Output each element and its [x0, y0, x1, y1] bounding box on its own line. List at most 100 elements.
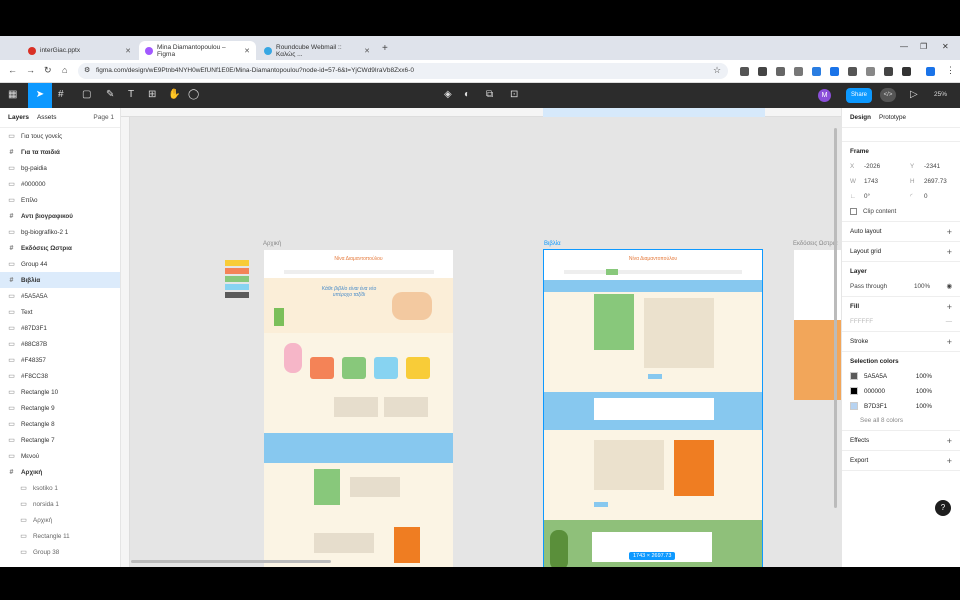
- fill-value[interactable]: FFFFFF: [850, 318, 873, 325]
- selection-color-row[interactable]: B7D3F1 100%: [850, 402, 952, 410]
- book-cover[interactable]: [674, 440, 714, 496]
- new-tab-icon[interactable]: +: [382, 43, 388, 54]
- category-card[interactable]: [310, 357, 334, 379]
- share-button[interactable]: Share: [846, 88, 872, 103]
- tab-figma[interactable]: Mina Diamantopoulou – Figma ✕: [139, 41, 256, 60]
- page-selector[interactable]: Page 1: [93, 114, 114, 121]
- color-swatch[interactable]: [850, 387, 858, 395]
- frame-books[interactable]: Νίνα Διαμαντοπούλου: [543, 249, 763, 567]
- tab-assets[interactable]: Assets: [37, 114, 57, 121]
- home-icon[interactable]: ⌂: [62, 65, 67, 75]
- x-input[interactable]: -2026: [864, 163, 904, 170]
- frame-title[interactable]: Frame: [850, 148, 952, 155]
- extension-icon[interactable]: [830, 67, 839, 76]
- frame-label-publishers[interactable]: Εκδόσεις Ωστρια: [793, 241, 838, 247]
- layer-item[interactable]: ▭ Rectangle 9: [0, 400, 120, 416]
- layer-item[interactable]: ▭ Rectangle 7: [0, 432, 120, 448]
- layer-item[interactable]: ▭ Αρχική: [0, 512, 120, 528]
- layer-item[interactable]: ▭ #87D3F1: [0, 320, 120, 336]
- add-effect-icon[interactable]: +: [947, 436, 952, 446]
- layer-item[interactable]: ▭ Rectangle 11: [0, 528, 120, 544]
- boolean-icon[interactable]: ⧉: [486, 89, 493, 100]
- profile-icon[interactable]: [926, 67, 935, 76]
- more-button[interactable]: [594, 502, 608, 507]
- more-button[interactable]: [648, 374, 662, 379]
- site-info-icon[interactable]: ⚙: [84, 63, 90, 79]
- close-icon[interactable]: ✕: [364, 47, 370, 55]
- tab-layers[interactable]: Layers: [8, 114, 29, 121]
- extension-icon[interactable]: [866, 67, 875, 76]
- bookmark-star-icon[interactable]: ☆: [713, 65, 721, 76]
- layer-item[interactable]: ▭ norsida 1: [0, 496, 120, 512]
- add-export-icon[interactable]: +: [947, 456, 952, 466]
- crop-icon[interactable]: ⊡: [510, 89, 518, 100]
- url-bar[interactable]: ⚙ figma.com/design/wE9Ptnb4NYH0wEfUNf1E0…: [78, 63, 728, 79]
- add-auto-layout-icon[interactable]: +: [947, 227, 952, 237]
- mask-icon[interactable]: ◐: [464, 89, 470, 100]
- close-icon[interactable]: ✕: [125, 47, 131, 55]
- layer-item[interactable]: # Αντι βιογραφικού: [0, 208, 120, 224]
- clip-checkbox[interactable]: [850, 208, 857, 215]
- color-hex[interactable]: B7D3F1: [864, 403, 887, 410]
- frame-home[interactable]: Νίνα Διαμαντοπούλου Κάθε βιβλίο είναι έν…: [264, 250, 453, 567]
- layer-item[interactable]: # Για τα παιδιά: [0, 144, 120, 160]
- menu-kebab-icon[interactable]: ⋮: [946, 65, 955, 76]
- pen-tool-icon[interactable]: ✎: [106, 89, 114, 100]
- extension-icon[interactable]: [794, 67, 803, 76]
- text-tool-icon[interactable]: T: [128, 89, 134, 100]
- back-icon[interactable]: ←: [8, 65, 17, 75]
- layer-item[interactable]: ▭ #F8CC38: [0, 368, 120, 384]
- selection-color-row[interactable]: 5A5A5A 100%: [850, 372, 952, 380]
- extension-icon[interactable]: [884, 67, 893, 76]
- extension-icon[interactable]: [848, 67, 857, 76]
- dev-mode-icon[interactable]: </>: [880, 88, 896, 102]
- frame-label-books[interactable]: Βιβλία: [544, 241, 561, 247]
- reload-icon[interactable]: ↻: [44, 65, 52, 76]
- add-stroke-icon[interactable]: +: [947, 337, 952, 347]
- extension-icon[interactable]: [776, 67, 785, 76]
- selection-color-row[interactable]: 000000 100%: [850, 387, 952, 395]
- tab-roundcube[interactable]: Roundcube Webmail :: Καλώς ... ✕: [258, 41, 376, 60]
- layer-item[interactable]: # Αρχική: [0, 464, 120, 480]
- rotation-input[interactable]: 0°: [864, 193, 904, 200]
- visibility-eye-icon[interactable]: ◉: [947, 283, 953, 290]
- layer-item[interactable]: ▭ Για τους γονείς: [0, 128, 120, 144]
- layer-item[interactable]: ▭ #5A5A5A: [0, 288, 120, 304]
- add-fill-icon[interactable]: +: [947, 302, 952, 312]
- blend-mode-select[interactable]: Pass through: [850, 283, 908, 290]
- frame-tool-icon[interactable]: #: [58, 89, 64, 100]
- extension-icon[interactable]: [812, 67, 821, 76]
- opacity-input[interactable]: 100%: [914, 283, 930, 290]
- layer-item[interactable]: ▭ #F48357: [0, 352, 120, 368]
- horizontal-scrollbar[interactable]: [131, 560, 331, 563]
- move-tool-icon[interactable]: ➤: [28, 83, 52, 108]
- layer-item[interactable]: ▭ Rectangle 10: [0, 384, 120, 400]
- category-card[interactable]: [342, 357, 366, 379]
- maximize-icon[interactable]: ❐: [920, 42, 927, 51]
- layer-item[interactable]: ▭ bg-biografiko-2 1: [0, 224, 120, 240]
- minimize-icon[interactable]: —: [900, 42, 908, 51]
- tab-prototype[interactable]: Prototype: [879, 114, 906, 121]
- zoom-level[interactable]: 25%: [934, 91, 947, 98]
- layer-item[interactable]: ▭ Rectangle 8: [0, 416, 120, 432]
- layer-item[interactable]: ▭ Group 44: [0, 256, 120, 272]
- avatar[interactable]: M: [818, 89, 831, 102]
- window-close-icon[interactable]: ✕: [942, 42, 949, 51]
- extension-icon[interactable]: [758, 67, 767, 76]
- help-button[interactable]: ?: [935, 500, 951, 516]
- layer-item[interactable]: ▭ Text: [0, 304, 120, 320]
- layer-item[interactable]: # Εκδόσεις Ωστρια: [0, 240, 120, 256]
- layer-item[interactable]: # Βιβλία: [0, 272, 120, 288]
- color-swatch[interactable]: [850, 372, 858, 380]
- h-input[interactable]: 2697.73: [924, 178, 947, 185]
- tab-design[interactable]: Design: [850, 114, 871, 121]
- main-menu-icon[interactable]: ▦: [8, 89, 17, 100]
- color-opacity[interactable]: 100%: [916, 403, 932, 410]
- forward-icon[interactable]: →: [26, 65, 35, 75]
- layer-item[interactable]: ▭ #000000: [0, 176, 120, 192]
- layer-item[interactable]: ▭ Group 38: [0, 544, 120, 560]
- color-opacity[interactable]: 100%: [916, 373, 932, 380]
- color-hex[interactable]: 5A5A5A: [864, 373, 887, 380]
- component-icon[interactable]: ◈: [444, 89, 452, 100]
- layer-item[interactable]: ▭ Επίλο: [0, 192, 120, 208]
